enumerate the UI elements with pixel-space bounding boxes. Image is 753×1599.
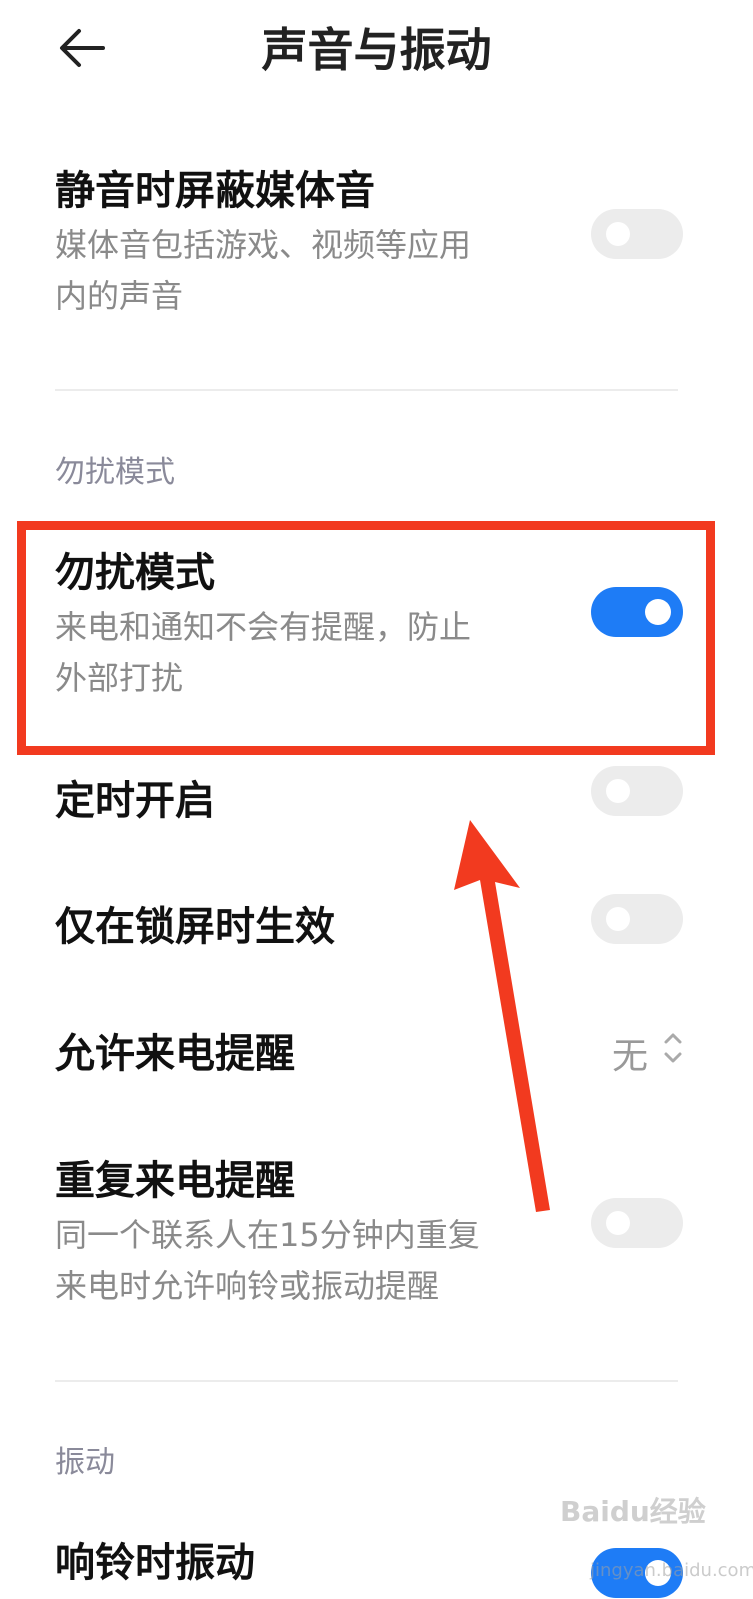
chevron-updown-icon[interactable] <box>660 1028 686 1068</box>
allow-calls-value[interactable]: 无 <box>612 1027 648 1079</box>
divider <box>55 389 678 391</box>
setting-schedule-title[interactable]: 定时开启 <box>55 768 215 826</box>
setting-title: 静音时屏蔽媒体音 <box>55 168 375 214</box>
setting-desc-line2: 内的声音 <box>55 277 184 315</box>
setting-lockscreen-title[interactable]: 仅在锁屏时生效 <box>55 894 335 952</box>
watermark-logo: Baidu经验 <box>560 1495 706 1528</box>
section-header-vibration: 振动 <box>55 1445 115 1480</box>
page-title: 声音与振动 <box>261 23 492 77</box>
section-header-dnd: 勿扰模式 <box>55 455 175 490</box>
schedule-toggle[interactable] <box>591 766 683 816</box>
mute-media-toggle[interactable] <box>591 209 683 259</box>
setting-desc-line2: 来电时允许响铃或振动提醒 <box>55 1267 440 1305</box>
lockscreen-toggle[interactable] <box>591 894 683 944</box>
highlight-box <box>17 521 715 755</box>
annotation-arrow-icon <box>454 820 550 1212</box>
divider <box>55 1380 678 1382</box>
setting-allow-calls-title[interactable]: 允许来电提醒 <box>55 1021 295 1079</box>
repeat-calls-toggle[interactable] <box>591 1198 683 1248</box>
setting-ring-vibrate-title[interactable]: 响铃时振动 <box>55 1530 255 1588</box>
setting-desc-line1: 媒体音包括游戏、视频等应用 <box>55 226 472 264</box>
setting-mute-media[interactable]: 静音时屏蔽媒体音 媒体音包括游戏、视频等应用 内的声音 <box>55 158 575 322</box>
watermark-url: jingyan.baidu.com <box>590 1560 753 1581</box>
